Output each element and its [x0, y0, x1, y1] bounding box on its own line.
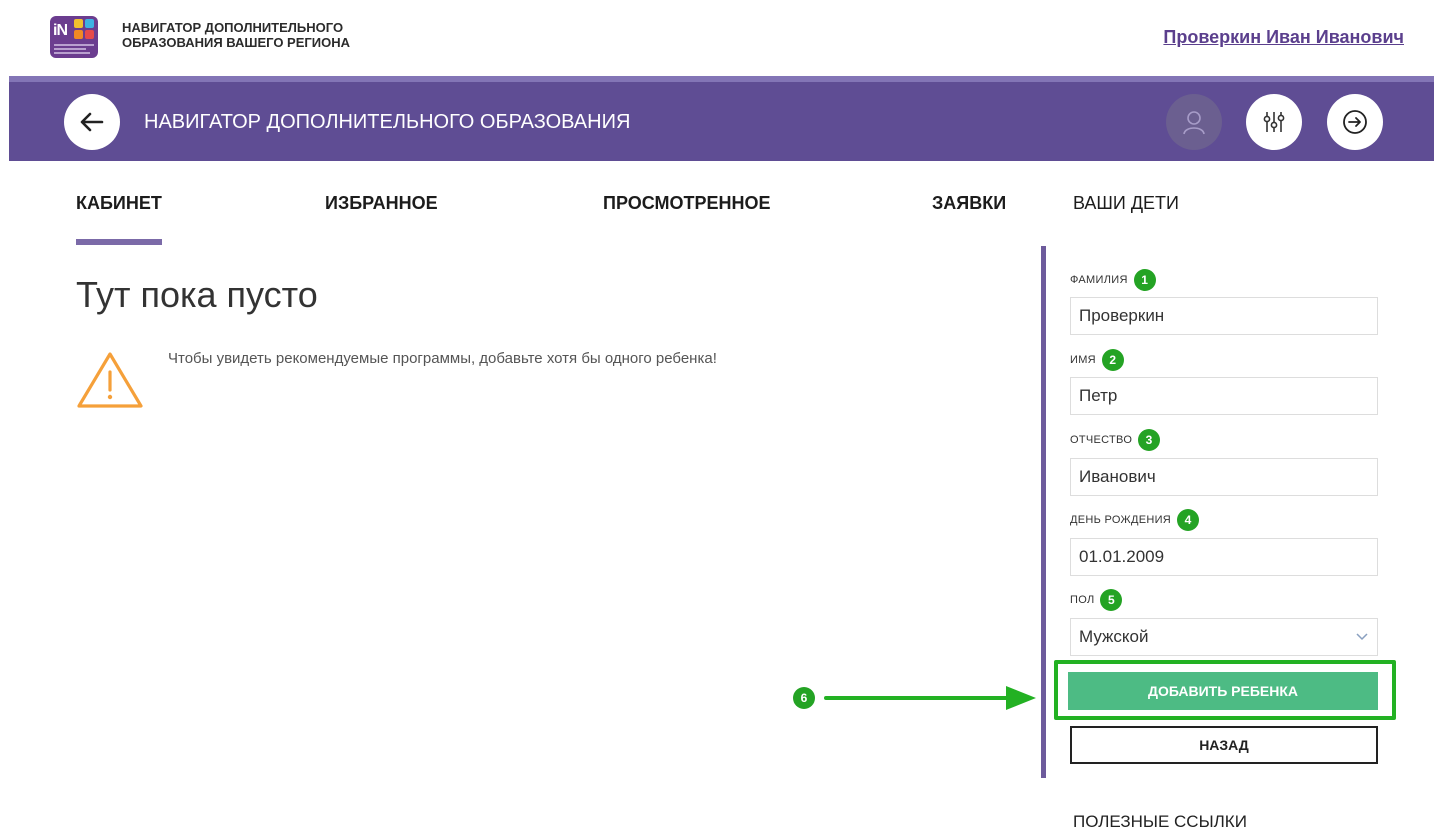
step-badge-1: 1	[1133, 269, 1156, 291]
active-tab-indicator	[76, 239, 162, 245]
logo-stripe	[54, 44, 94, 46]
useful-links-heading[interactable]: ПОЛЕЗНЫЕ ССЫЛКИ	[1073, 812, 1247, 832]
step-badge-3: 3	[1138, 429, 1161, 451]
gender-label: ПОЛ 5	[1070, 589, 1123, 611]
gender-select[interactable]: Мужской	[1070, 618, 1378, 656]
logo-square-red	[85, 30, 94, 39]
navigation-bar: НАВИГАТОР ДОПОЛНИТЕЛЬНОГО ОБРАЗОВАНИЯ	[9, 76, 1434, 161]
first-name-input[interactable]	[1070, 377, 1378, 415]
logo-stripe	[54, 48, 86, 50]
tab-cabinet[interactable]: КАБИНЕТ	[76, 193, 162, 214]
tab-applications[interactable]: ЗАЯВКИ	[932, 193, 1006, 214]
tab-favorites[interactable]: ИЗБРАННОЕ	[325, 193, 438, 214]
step-badge-4: 4	[1177, 509, 1200, 531]
sliders-icon	[1263, 112, 1285, 132]
user-name-link[interactable]: Проверкин Иван Иванович	[1163, 27, 1404, 48]
birthday-input[interactable]	[1070, 538, 1378, 576]
add-child-button[interactable]: ДОБАВИТЬ РЕБЕНКА	[1068, 672, 1378, 710]
site-logo[interactable]: iN	[50, 16, 98, 58]
patronymic-label: ОТЧЕСТВО 3	[1070, 429, 1161, 451]
surname-label: ФАМИЛИЯ 1	[1070, 269, 1156, 291]
step-badge-5: 5	[1100, 589, 1123, 611]
nav-title: НАВИГАТОР ДОПОЛНИТЕЛЬНОГО ОБРАЗОВАНИЯ	[144, 111, 631, 133]
warning-message: Чтобы увидеть рекомендуемые программы, д…	[168, 350, 717, 367]
birthday-label: ДЕНЬ РОЖДЕНИЯ 4	[1070, 509, 1200, 531]
surname-input[interactable]	[1070, 297, 1378, 335]
logo-text: iN	[53, 22, 68, 39]
profile-button[interactable]	[1166, 94, 1222, 150]
arrow-right-circle-icon	[1343, 110, 1367, 134]
arrow-left-icon	[80, 112, 104, 132]
step-badge-6: 6	[793, 687, 815, 709]
back-button[interactable]	[64, 94, 120, 150]
back-text-button[interactable]: НАЗАД	[1070, 726, 1378, 764]
tab-viewed[interactable]: ПРОСМОТРЕННОЕ	[603, 193, 770, 214]
chevron-down-icon	[1356, 633, 1368, 641]
user-icon	[1183, 111, 1205, 135]
gender-select-value: Мужской	[1079, 627, 1149, 646]
logout-button[interactable]	[1327, 94, 1383, 150]
empty-state-title: Тут пока пусто	[76, 274, 318, 315]
logo-square-orange	[74, 30, 83, 39]
first-name-label: ИМЯ 2	[1070, 349, 1124, 371]
patronymic-input[interactable]	[1070, 458, 1378, 496]
annotation-arrow-icon	[824, 686, 1036, 710]
filter-button[interactable]	[1246, 94, 1302, 150]
site-title[interactable]: НАВИГАТОР ДОПОЛНИТЕЛЬНОГО ОБРАЗОВАНИЯ ВА…	[122, 20, 442, 50]
warning-icon	[77, 352, 143, 408]
step-badge-2: 2	[1101, 349, 1124, 371]
top-header: iN НАВИГАТОР ДОПОЛНИТЕЛЬНОГО ОБРАЗОВАНИЯ…	[0, 0, 1434, 78]
logo-square-blue	[85, 19, 94, 28]
logo-stripe	[54, 52, 90, 54]
tab-your-children[interactable]: ВАШИ ДЕТИ	[1073, 193, 1179, 214]
logo-square-yellow	[74, 19, 83, 28]
